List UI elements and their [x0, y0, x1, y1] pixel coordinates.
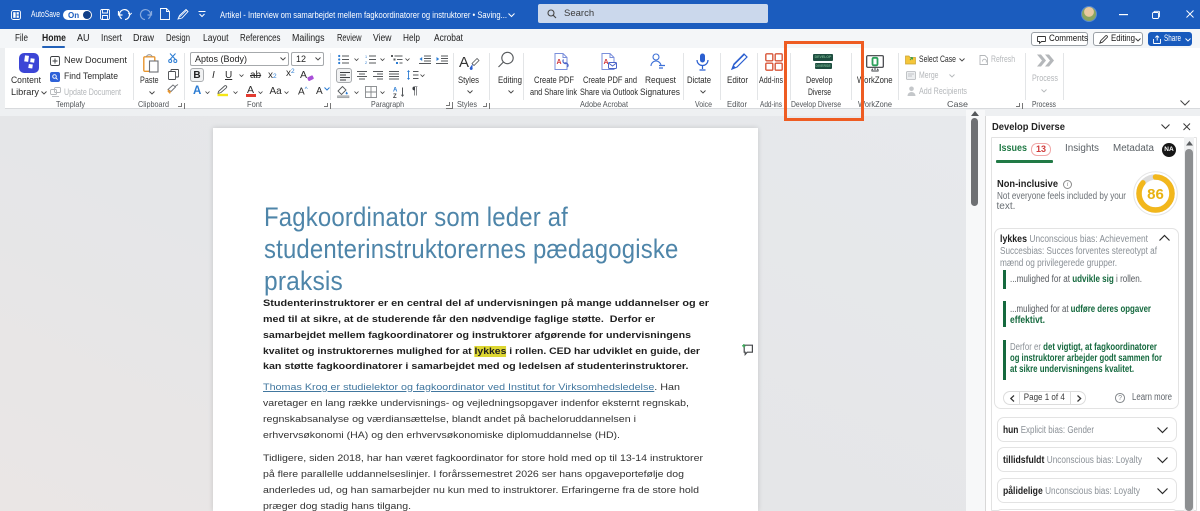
svg-text:2: 2 [365, 61, 367, 65]
svg-text:A: A [604, 59, 609, 66]
svg-text:1: 1 [365, 55, 367, 59]
svg-text:A: A [393, 87, 398, 93]
svg-text:86: 86 [1147, 186, 1164, 203]
svg-text:A: A [557, 59, 562, 66]
